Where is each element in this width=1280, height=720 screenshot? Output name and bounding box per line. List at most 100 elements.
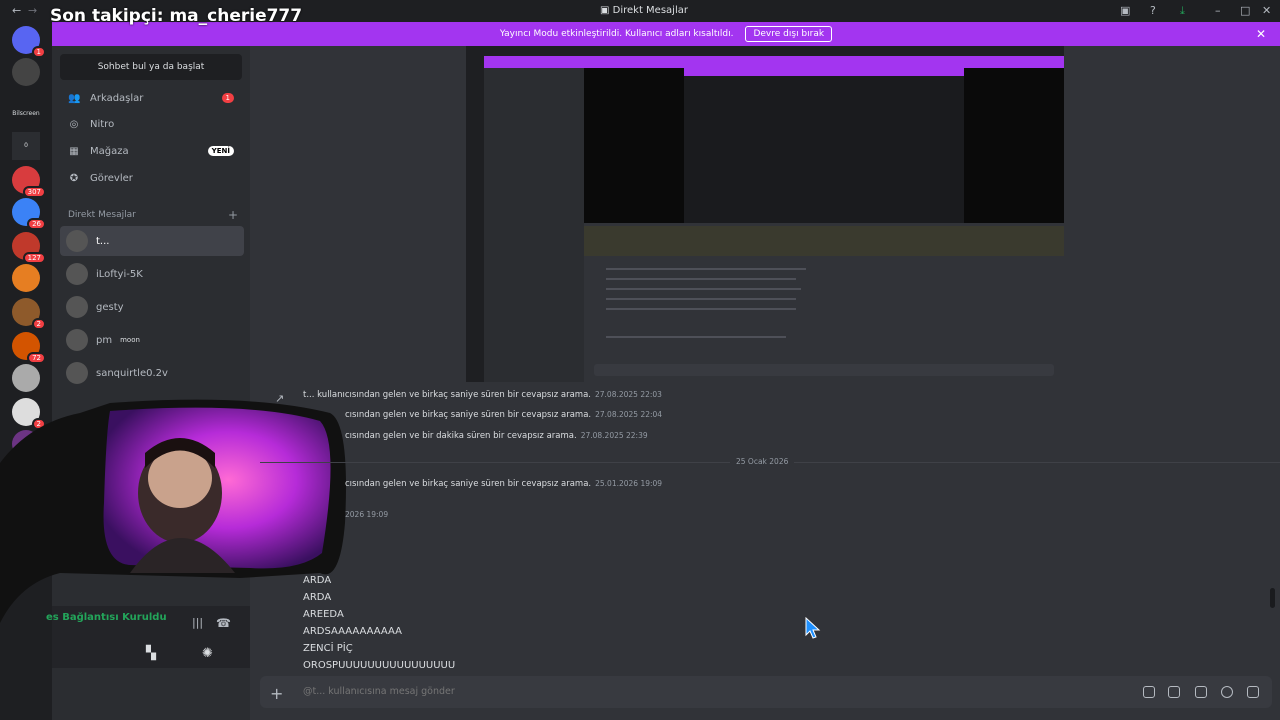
quests-icon: ✪: [69, 172, 79, 184]
help-icon[interactable]: ?: [1150, 4, 1156, 17]
unread-badge: 26: [27, 218, 46, 230]
server-3[interactable]: 127: [12, 232, 46, 264]
apps-icon[interactable]: [1247, 686, 1259, 698]
chat-message-line: ARDSAAAAAAAAAA: [303, 626, 402, 637]
back-button[interactable]: ←: [12, 4, 21, 17]
unread-badge: 307: [22, 186, 46, 198]
nav-label: Arkadaşlar: [90, 92, 144, 104]
download-icon[interactable]: ⤓: [1180, 4, 1185, 18]
dm-name: t...: [96, 235, 110, 247]
dm-name: pm: [96, 334, 113, 346]
message-timestamp: 27.08.2025 22:03: [595, 390, 662, 399]
message-text: cısından gelen ve bir dakika süren bir c…: [345, 431, 577, 441]
nav-item-nitro[interactable]: ◎ Nitro: [60, 112, 242, 136]
message-text: cısından gelen ve birkaç saniye süren bi…: [345, 479, 592, 489]
call-log-message: t... kullanıcısından gelen ve birkaç san…: [303, 390, 662, 400]
sticker-icon[interactable]: [1195, 686, 1207, 698]
webcam-overlay: [0, 383, 350, 623]
discord-home-icon[interactable]: 1: [12, 26, 46, 58]
dm-item[interactable]: gesty: [60, 292, 244, 322]
dm-item[interactable]: iLoftyi-5K: [60, 259, 244, 289]
soundboard-icon[interactable]: ✺: [202, 646, 213, 661]
server-1[interactable]: 307: [12, 166, 46, 198]
gif-icon[interactable]: [1168, 686, 1180, 698]
dm-name: sanquirtle0.2v: [96, 367, 168, 379]
friends-icon: 👥: [68, 92, 81, 104]
chat-message-line: OROSPUUUUUUUUUUUUUUUU: [303, 660, 456, 671]
window-title-text: Direkt Mesajlar: [612, 5, 688, 16]
minimize-button[interactable]: –: [1215, 4, 1221, 17]
attach-plus-button[interactable]: +: [270, 684, 283, 703]
notification-badge: 1: [221, 93, 234, 103]
server-2[interactable]: 26: [12, 198, 46, 230]
disable-streamer-mode-button[interactable]: Devre dışı bırak: [745, 26, 833, 42]
dm-item[interactable]: pm moon: [60, 325, 244, 355]
screen-share-preview: [466, 46, 1064, 382]
activities-icon[interactable]: ▚: [146, 646, 156, 661]
call-log-message: cısından gelen ve birkaç saniye süren bi…: [345, 410, 662, 420]
date-divider-label: 25 Ocak 2026: [730, 457, 795, 466]
forward-button[interactable]: →: [28, 4, 37, 17]
nav-label: Mağaza: [90, 145, 129, 157]
message-text: t... kullanıcısından gelen ve birkaç san…: [303, 390, 591, 400]
moon-status: moon: [120, 336, 140, 344]
server-6[interactable]: 72: [12, 332, 46, 364]
server-zero[interactable]: 0: [12, 132, 40, 160]
server-4[interactable]: [12, 264, 40, 292]
new-badge: YENİ: [207, 146, 234, 156]
unread-badge: 1: [31, 46, 46, 58]
nitro-icon: ◎: [69, 118, 79, 130]
message-timestamp: 2026 19:09: [345, 510, 389, 519]
unread-badge: 72: [27, 352, 46, 364]
screen-icon[interactable]: ▣: [1120, 4, 1130, 17]
nested-composer: [594, 364, 1054, 376]
message-timestamp: 27.08.2025 22:39: [580, 431, 648, 440]
close-icon[interactable]: ✕: [1256, 27, 1266, 41]
avatar: [66, 263, 88, 285]
call-log-message: cısından gelen ve bir dakika süren bir c…: [345, 431, 648, 441]
message-input[interactable]: [303, 686, 1003, 697]
dm-icon: ▣: [600, 5, 613, 16]
avatar: [66, 296, 88, 318]
message-timestamp: 25.01.2026 19:09: [595, 479, 663, 488]
chat-message-line: ARDA: [303, 575, 332, 586]
avatar: [66, 329, 88, 351]
avatar: [66, 230, 88, 252]
gift-icon[interactable]: [1143, 686, 1155, 698]
dm-header: Direkt Mesajlar: [68, 210, 136, 220]
nested-stream-banner: [684, 68, 964, 76]
add-dm-button[interactable]: +: [228, 208, 238, 222]
nested-stream-inner: [684, 68, 964, 223]
avatar: [66, 362, 88, 384]
server-label: Bilscreen: [12, 110, 40, 117]
call-log-message: cısından gelen ve birkaç saniye süren bi…: [345, 479, 662, 489]
dm-item[interactable]: t...: [60, 226, 244, 256]
chat-message-line: ARDA: [303, 592, 332, 603]
nested-server-list: [466, 56, 484, 382]
nested-highlight: [584, 226, 1064, 256]
server-text[interactable]: Bilscreen: [12, 100, 40, 128]
chat-message-line: AREEDA: [303, 609, 344, 620]
emoji-icon[interactable]: [1221, 686, 1233, 698]
nested-sidebar: [484, 68, 584, 382]
server-5[interactable]: 2: [12, 298, 46, 330]
server-avatar[interactable]: [12, 58, 40, 86]
call-missed-icon: ↗: [275, 392, 285, 405]
close-window-button[interactable]: ✕: [1262, 4, 1271, 17]
window-title: ▣ Direkt Mesajlar: [600, 5, 688, 16]
maximize-button[interactable]: □: [1240, 4, 1250, 17]
unread-badge: 127: [22, 252, 46, 264]
server-label: 0: [24, 142, 28, 149]
dm-name: iLoftyi-5K: [96, 268, 143, 280]
stream-follower-overlay: Son takipçi: ma_cherie777: [50, 6, 303, 26]
nav-label: Görevler: [90, 172, 133, 184]
nav-item-quests[interactable]: ✪ Görevler: [60, 166, 242, 190]
shop-icon: ▦: [69, 145, 79, 157]
scrollbar[interactable]: [1270, 588, 1275, 608]
find-conversation-button[interactable]: Sohbet bul ya da başlat: [60, 54, 242, 80]
nav-item-friends[interactable]: 👥 Arkadaşlar 1: [60, 86, 242, 110]
chat-message-line: ZENCİ PİÇ: [303, 643, 353, 654]
message-timestamp: 27.08.2025 22:04: [595, 410, 663, 419]
nav-item-shop[interactable]: ▦ Mağaza YENİ: [60, 139, 242, 163]
dm-name: gesty: [96, 301, 124, 313]
